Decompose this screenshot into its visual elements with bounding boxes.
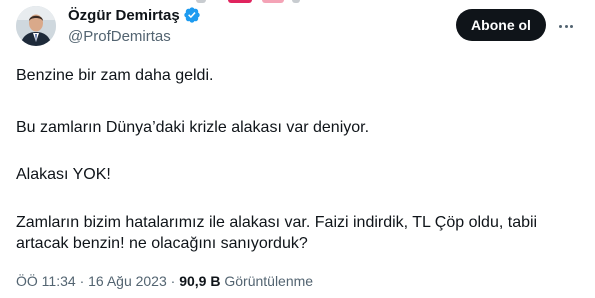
ellipsis-icon[interactable] [554, 14, 578, 38]
tweet-header: Özgür Demirtaş @ProfDemirtas Abone ol [16, 4, 579, 48]
cropped-fragment [262, 0, 284, 3]
tweet-date[interactable]: 16 Ağu 2023 [88, 273, 167, 289]
views-count: 90,9 B [179, 273, 221, 289]
author-display-name[interactable]: Özgür Demirtaş [68, 7, 180, 24]
avatar[interactable] [16, 6, 56, 46]
avatar-image [16, 6, 56, 46]
tweet-paragraph: Zamların bizim hatalarımız ile alakası v… [16, 214, 538, 252]
follow-button[interactable]: Abone ol [456, 9, 546, 41]
cropped-fragment [292, 0, 300, 3]
views-label: Görüntülenme [224, 273, 314, 289]
tweet-paragraph: Bu zamların Dünya’daki krizle alakası va… [16, 119, 370, 136]
verified-badge-icon [183, 6, 201, 24]
cropped-fragment [196, 0, 206, 3]
name-row: Özgür Demirtaş [68, 5, 201, 25]
author-info: Özgür Demirtaş @ProfDemirtas [68, 5, 201, 45]
tweet-time[interactable]: ÖÖ 11:34 [16, 273, 76, 289]
tweet-meta: ÖÖ 11:34 · 16 Ağu 2023 · 90,9 B Görüntül… [16, 273, 313, 289]
meta-separator: · [79, 273, 85, 289]
meta-separator: · [170, 273, 176, 289]
tweet-paragraph: Alakası YOK! [16, 166, 111, 183]
tweet-paragraph: Benzine bir zam daha geldi. [16, 67, 214, 84]
cropped-fragment [228, 0, 252, 3]
author-handle[interactable]: @ProfDemirtas [68, 28, 201, 45]
